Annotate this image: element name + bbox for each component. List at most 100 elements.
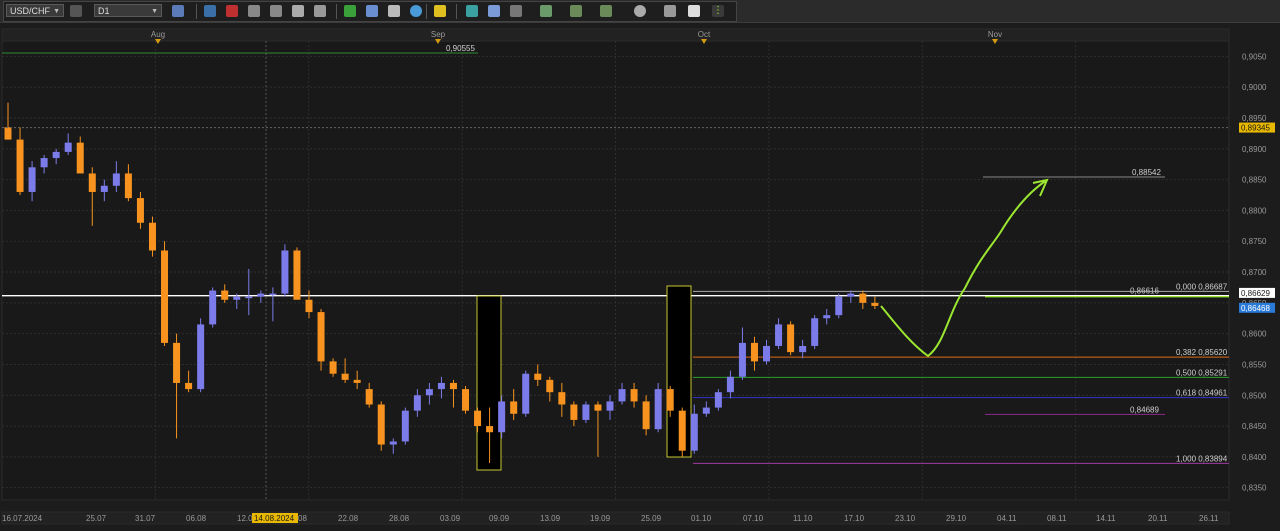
candle-body (775, 324, 783, 346)
y-tick-label: 0,8550 (1242, 360, 1267, 369)
x-tick-label: 03.09 (440, 514, 461, 523)
x-tick-label: 31.07 (135, 514, 156, 523)
candle-body (124, 173, 132, 199)
level-label: 0,88542 (1132, 168, 1161, 177)
candle-body (714, 392, 722, 408)
template-icon[interactable] (366, 5, 378, 17)
ruler-icon[interactable] (510, 5, 522, 17)
candle-body (871, 302, 879, 306)
line-color-icon[interactable] (226, 5, 238, 17)
x-tick-label: 22.08 (338, 514, 359, 523)
candle-body (365, 389, 373, 405)
candle-body (690, 413, 698, 451)
candle-body (618, 389, 626, 402)
x-axis: 16.07.2024 25.07 31.07 06.08 12.0814.08.2024… (1, 511, 1230, 525)
dot-icon[interactable] (314, 5, 326, 17)
zoom-in-icon[interactable] (248, 5, 260, 17)
x-tick-label: 09.09 (489, 514, 510, 523)
x-tick-label: 08.11 (1047, 514, 1067, 523)
candle-body (799, 345, 807, 353)
y-axis: 0,9050 0,9000 0,8950 0,8900 0,8850 0,8800 0,87… (1242, 52, 1267, 492)
x-tick-label: 08 (298, 514, 307, 523)
y-tick-label: 0,8700 (1242, 268, 1267, 277)
x-tick-label: 13.09 (540, 514, 561, 523)
month-label: Aug (151, 30, 165, 39)
candle-body (100, 185, 108, 192)
x-tick-label: 23.10 (895, 514, 916, 523)
x-tick-label: 26.11 (1199, 514, 1219, 523)
candle-body (630, 389, 638, 402)
y-tick-label: 0,8850 (1242, 176, 1267, 185)
pencil-icon[interactable] (434, 5, 446, 17)
candle-body (654, 389, 662, 430)
objects-icon[interactable] (388, 5, 400, 17)
candle-body (209, 290, 217, 325)
symbol-value: USD/CHF (10, 6, 50, 16)
grid-icon[interactable] (540, 5, 552, 17)
chart-type-icon[interactable] (172, 5, 184, 17)
y-tick-label: 0,8400 (1242, 453, 1267, 462)
candle-body (570, 404, 578, 420)
candle-body (859, 293, 867, 303)
indicators-icon[interactable] (466, 5, 478, 17)
candle-body (823, 315, 831, 319)
symbol-select[interactable]: USD/CHF ▼ (6, 4, 64, 17)
price-tag-label: 0,86468 (1241, 304, 1270, 313)
candle-body (281, 250, 289, 294)
link-icon[interactable] (70, 5, 82, 17)
toolbar-separator (456, 4, 457, 19)
candle-body (161, 250, 169, 343)
candle-body (666, 389, 674, 411)
x-tick-label: 28.08 (389, 514, 410, 523)
y-tick-label: 0,8500 (1242, 391, 1267, 400)
candle-body (486, 426, 494, 433)
x-tick-label: 16.07.2024 (2, 514, 43, 523)
screen-icon[interactable] (488, 5, 500, 17)
candle-body (582, 404, 590, 420)
toolbar-separator (336, 4, 337, 19)
price-chart[interactable]: Aug Sep Oct Nov 0,905550,885420,86616 0,000… (0, 23, 1280, 531)
candle-body (269, 293, 277, 296)
fan-icon[interactable] (570, 5, 582, 17)
cursor-icon[interactable] (292, 5, 304, 17)
crosshair-icon[interactable] (204, 5, 216, 17)
timeframe-select[interactable]: D1 ▼ (94, 4, 162, 17)
candle-body (52, 151, 60, 159)
x-tick-label: 14.11 (1096, 514, 1116, 523)
globe-icon[interactable] (410, 5, 422, 17)
y-tick-label: 0,9000 (1242, 83, 1267, 92)
y-tick-label: 0,8750 (1242, 237, 1267, 246)
x-tick-label: 11.10 (793, 514, 813, 523)
more-icon[interactable]: ⋮ (712, 5, 724, 17)
x-tick-label: 20.11 (1148, 514, 1168, 523)
candle-body (305, 299, 313, 313)
x-tick-label: 25.09 (641, 514, 662, 523)
y-tick-label: 0,8900 (1242, 145, 1267, 154)
month-bar (1, 28, 1230, 42)
candle-body (389, 441, 397, 445)
candle-body (425, 389, 433, 396)
chevron-down-icon: ▼ (53, 8, 60, 15)
y-tick-label: 0,8950 (1242, 114, 1267, 123)
zoom-out-icon[interactable] (270, 5, 282, 17)
candle-body (642, 401, 650, 430)
line-tool-icon[interactable] (600, 5, 612, 17)
candle-body (678, 410, 686, 451)
y-tick-label: 0,8800 (1242, 206, 1267, 215)
candle-body (522, 373, 530, 414)
candle-body (594, 404, 602, 411)
chevron-down-icon: ▼ (151, 8, 158, 15)
y-tick-label: 0,9050 (1242, 52, 1267, 61)
fib-label: 0,500 0,85291 (1176, 368, 1228, 377)
candle-body (738, 342, 746, 377)
candle-body (763, 345, 771, 362)
highlight-box (476, 295, 502, 471)
circle-tool-icon[interactable] (634, 5, 646, 17)
candle-body (4, 127, 12, 140)
candle-body (28, 167, 36, 192)
candle-body (437, 382, 445, 390)
label-icon[interactable] (664, 5, 676, 17)
trend-line-icon[interactable] (344, 5, 356, 17)
eraser-icon[interactable] (688, 5, 700, 17)
x-tick-label: 06.08 (186, 514, 207, 523)
